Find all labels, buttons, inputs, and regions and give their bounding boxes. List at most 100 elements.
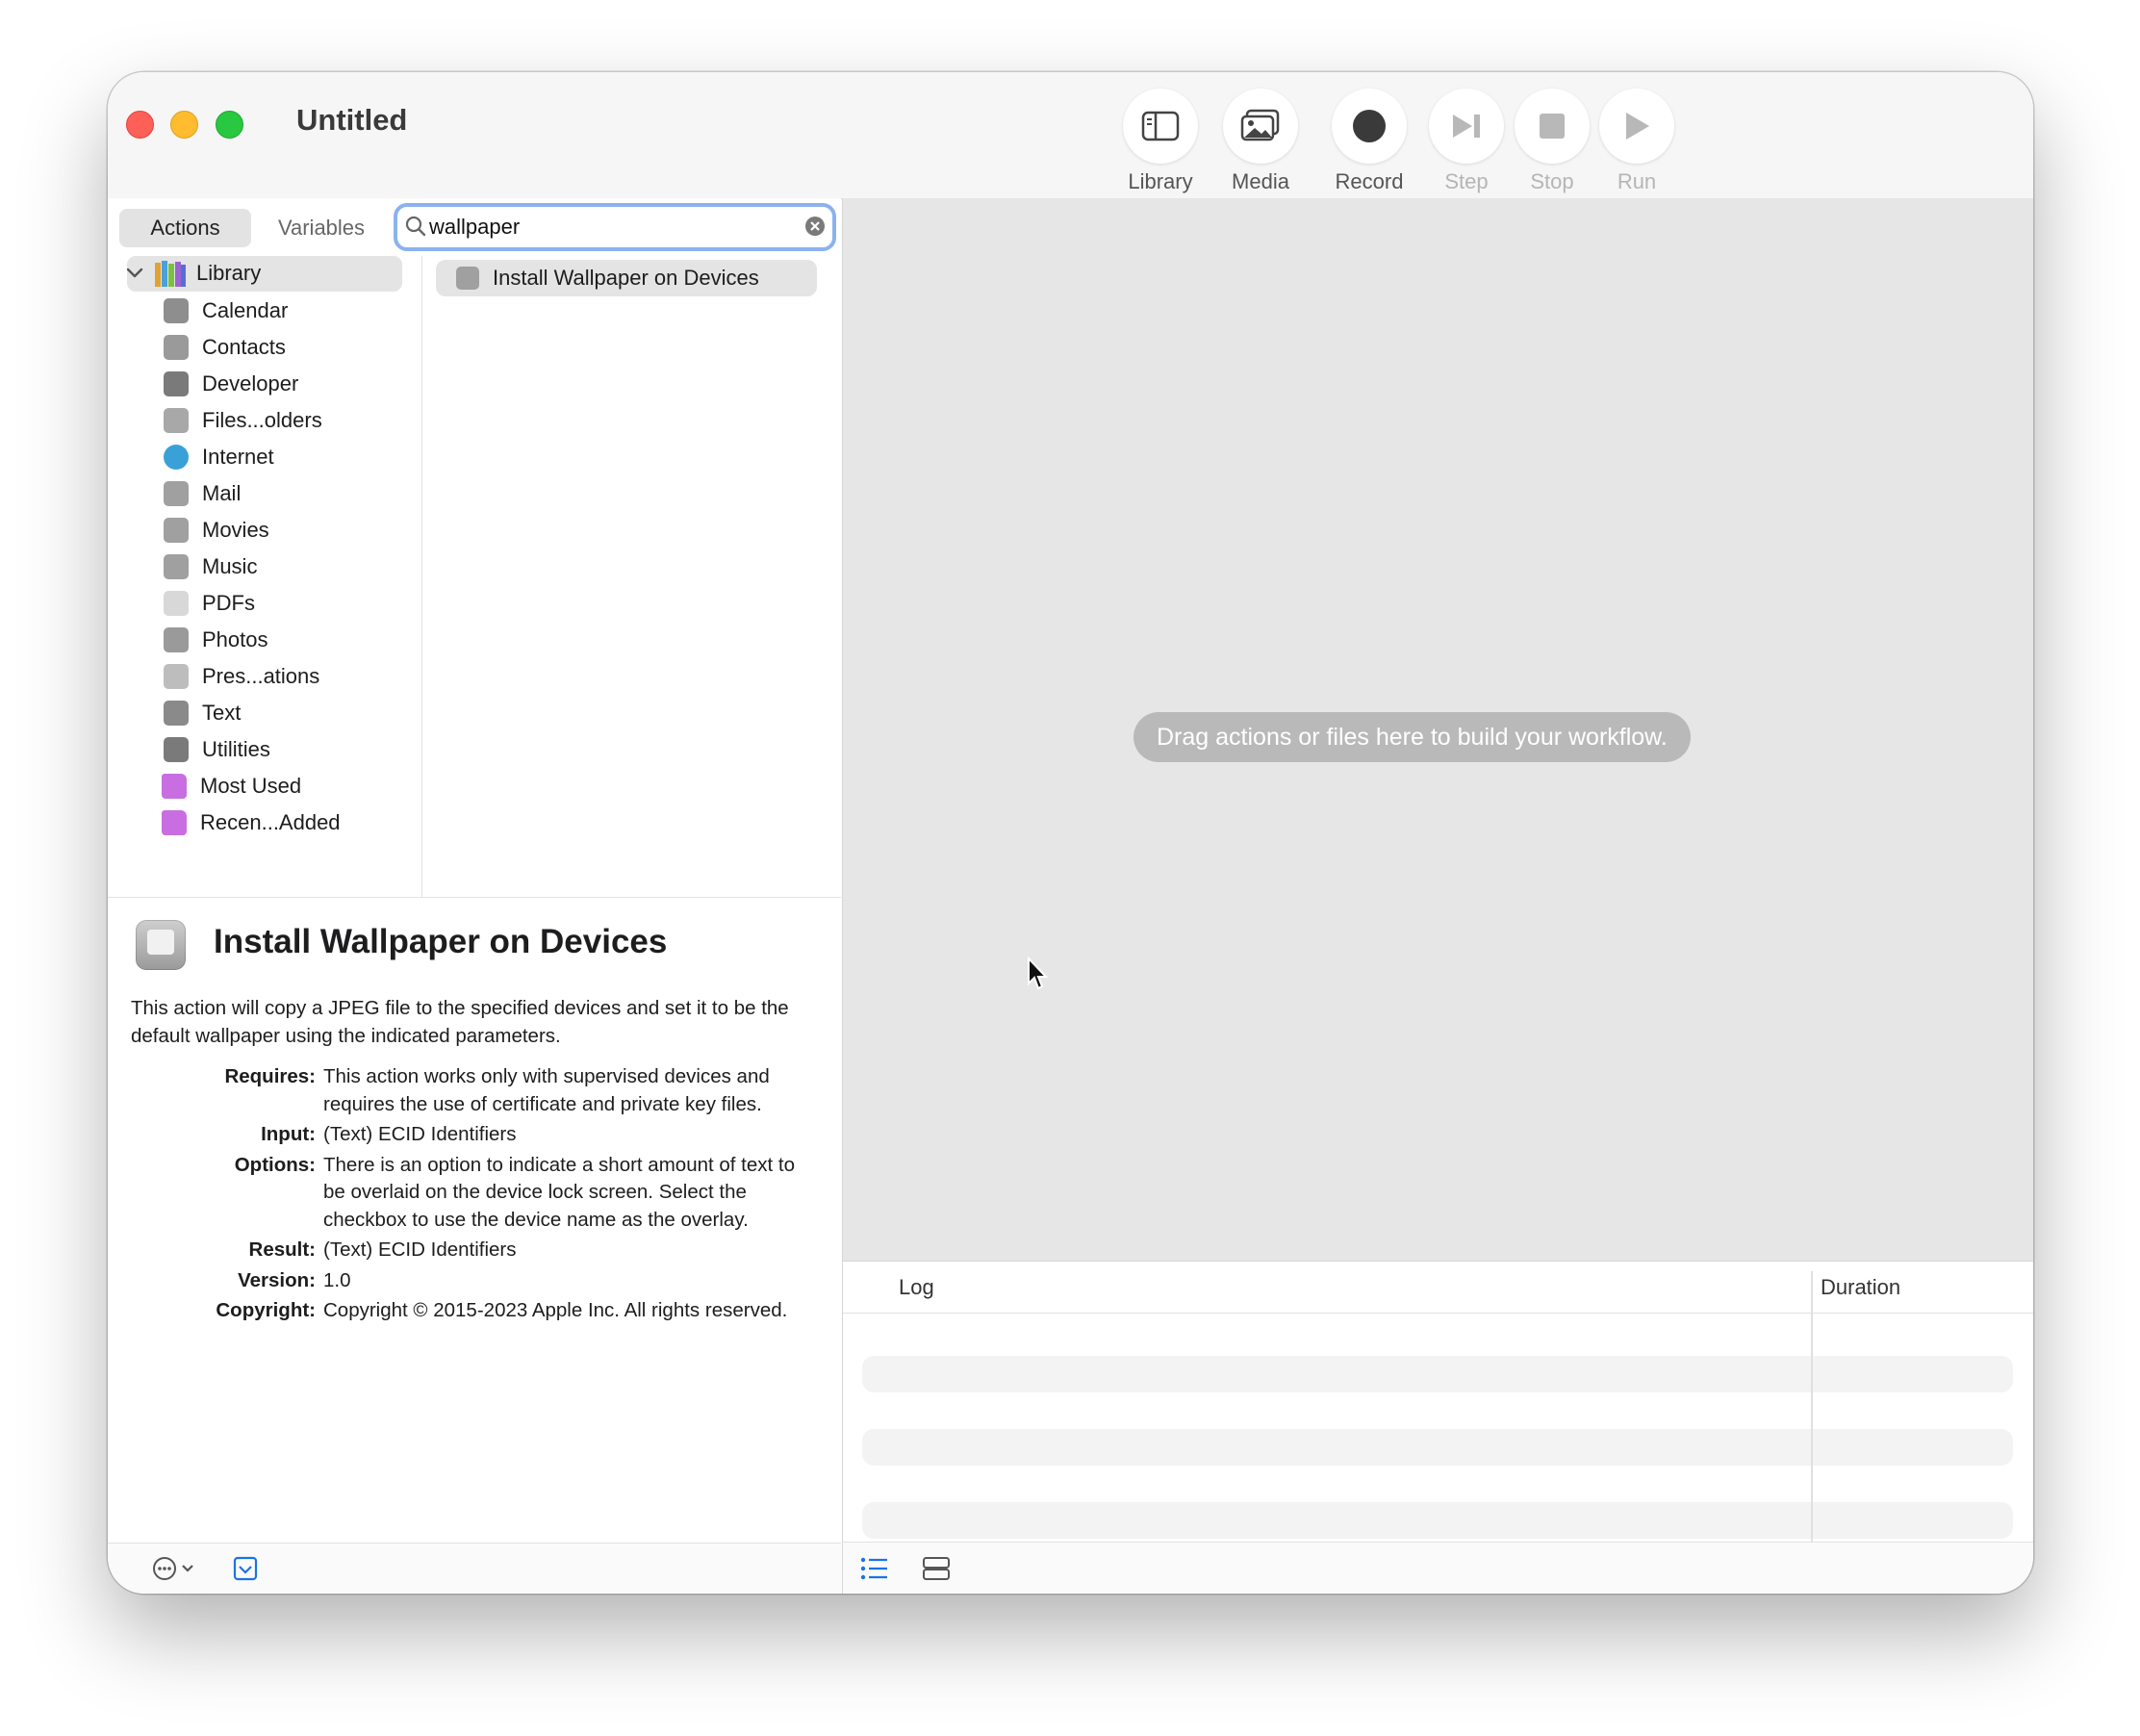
library-item-label: Pres...ations [202,664,320,688]
description-field-label: Options: [234,1153,316,1176]
search-icon [405,216,426,237]
workflow-canvas[interactable]: Drag actions or files here to build your… [842,198,2033,1261]
zoom-window-button[interactable] [216,111,243,139]
library-item-label: Contacts [202,335,286,359]
library-item-label: Internet [202,445,274,469]
mouse-pointer-icon [1028,957,1049,990]
description-field: Input: (Text) ECID Identifiers [131,1121,814,1149]
library-item-label: Photos [202,627,268,651]
run-toolbar-label: Run [1617,169,1657,193]
play-icon [1626,113,1649,140]
smart-folder-item[interactable]: Recen...Added [162,805,341,840]
log-row [862,1502,2013,1539]
internet-icon [164,445,189,470]
library-root[interactable]: Library [125,256,261,291]
configurator-icon [136,920,186,970]
list-view-icon[interactable] [860,1556,889,1581]
library-item[interactable]: Pres...ations [164,659,319,694]
library-item[interactable]: Text [164,696,241,730]
presentations-icon [164,664,189,689]
clear-search-icon[interactable] [804,216,826,237]
library-pane: Actions Variables wallpaper Library Cale… [108,198,841,1594]
description-field-label: Requires: [224,1065,316,1087]
smart-folder-label: Most Used [200,774,302,798]
description-title: Install Wallpaper on Devices [214,923,668,960]
library-item[interactable]: Mail [164,476,241,511]
configurator-icon [456,267,479,290]
close-window-button[interactable] [126,111,154,139]
tab-actions[interactable]: Actions [119,209,251,247]
photos-stack-icon [1240,109,1280,141]
library-item[interactable]: Developer [164,367,298,401]
description-field: Copyright: Copyright © 2015-2023 Apple In… [131,1297,814,1325]
column-separator [1811,1271,1813,1543]
split-view-icon[interactable] [922,1556,951,1581]
run-toolbar-button[interactable]: Run [1584,89,1690,194]
search-field[interactable] [394,203,836,251]
library-item-label: Movies [202,518,269,542]
library-item[interactable]: Utilities [164,732,270,767]
description-body: This action will copy a JPEG file to the… [131,995,814,1325]
library-item-label: Music [202,554,258,578]
minimize-window-button[interactable] [170,111,198,139]
workflow-empty-hint: Drag actions or files here to build your… [1134,712,1691,762]
record-toolbar-button[interactable]: Record [1316,89,1422,194]
search-input[interactable] [429,213,795,242]
library-item-label: Files...olders [202,408,322,432]
library-toolbar-label: Library [1128,169,1193,193]
description-field: Options: There is an option to indicate a… [131,1152,814,1235]
more-options-icon[interactable] [152,1556,200,1581]
step-icon [1453,115,1480,138]
description-summary: This action will copy a JPEG file to the… [131,997,789,1047]
library-item[interactable]: Internet [164,440,274,474]
description-field-label: Input: [261,1123,316,1145]
description-toggle-icon[interactable] [233,1556,258,1581]
files-folders-icon [164,408,189,433]
action-results-list: Install Wallpaper on Devices [422,256,841,897]
library-item-label: PDFs [202,591,255,615]
utilities-icon [164,737,189,762]
text-icon [164,701,189,726]
record-icon [1353,110,1386,142]
description-field: Requires: This action works only with sup… [131,1063,814,1118]
log-row [862,1429,2013,1466]
description-field: Version: 1.0 [131,1267,814,1295]
description-field-label: Copyright: [216,1299,316,1321]
description-field-label: Result: [248,1238,316,1261]
stop-icon [1540,114,1565,139]
automator-window: Untitled Library Media Record Step Stop … [108,72,2033,1594]
media-toolbar-button[interactable]: Media [1208,89,1313,194]
titlebar: Untitled Library Media Record Step Stop … [108,72,2033,199]
library-item[interactable]: Files...olders [164,403,322,438]
smart-folder-icon [162,810,187,835]
calendar-icon [164,298,189,323]
log-header: Log Duration [843,1262,2033,1314]
library-item-label: Developer [202,371,299,396]
library-item[interactable]: Music [164,549,257,584]
smart-folder-icon [162,774,187,799]
description-field-value: There is an option to indicate a short a… [323,1153,796,1231]
pdfs-icon [164,591,189,616]
tab-variables[interactable]: Variables [254,209,389,247]
library-bottom-bar [108,1543,841,1594]
smart-folder-label: Recen...Added [200,810,341,834]
library-toolbar-button[interactable]: Library [1108,89,1213,194]
library-item[interactable]: Contacts [164,330,286,365]
log-column-header[interactable]: Log [899,1275,934,1300]
description-field-label: Version: [238,1268,316,1291]
log-row [862,1356,2013,1392]
disclosure-chevron-down-icon[interactable] [125,267,144,280]
library-item[interactable]: Calendar [164,294,288,328]
result-item-install-wallpaper[interactable]: Install Wallpaper on Devices [436,260,817,296]
contacts-icon [164,335,189,360]
library-item[interactable]: PDFs [164,586,255,621]
workflow-bottom-bar [842,1542,2033,1594]
library-item-label: Calendar [202,298,289,322]
library-item[interactable]: Movies [164,513,269,548]
smart-folder-item[interactable]: Most Used [162,769,301,804]
description-field-value: This action works only with supervised d… [323,1065,770,1115]
duration-column-header[interactable]: Duration [1821,1275,1900,1300]
sidebar-icon [1141,111,1180,141]
library-item[interactable]: Photos [164,623,268,657]
mail-icon [164,481,189,506]
